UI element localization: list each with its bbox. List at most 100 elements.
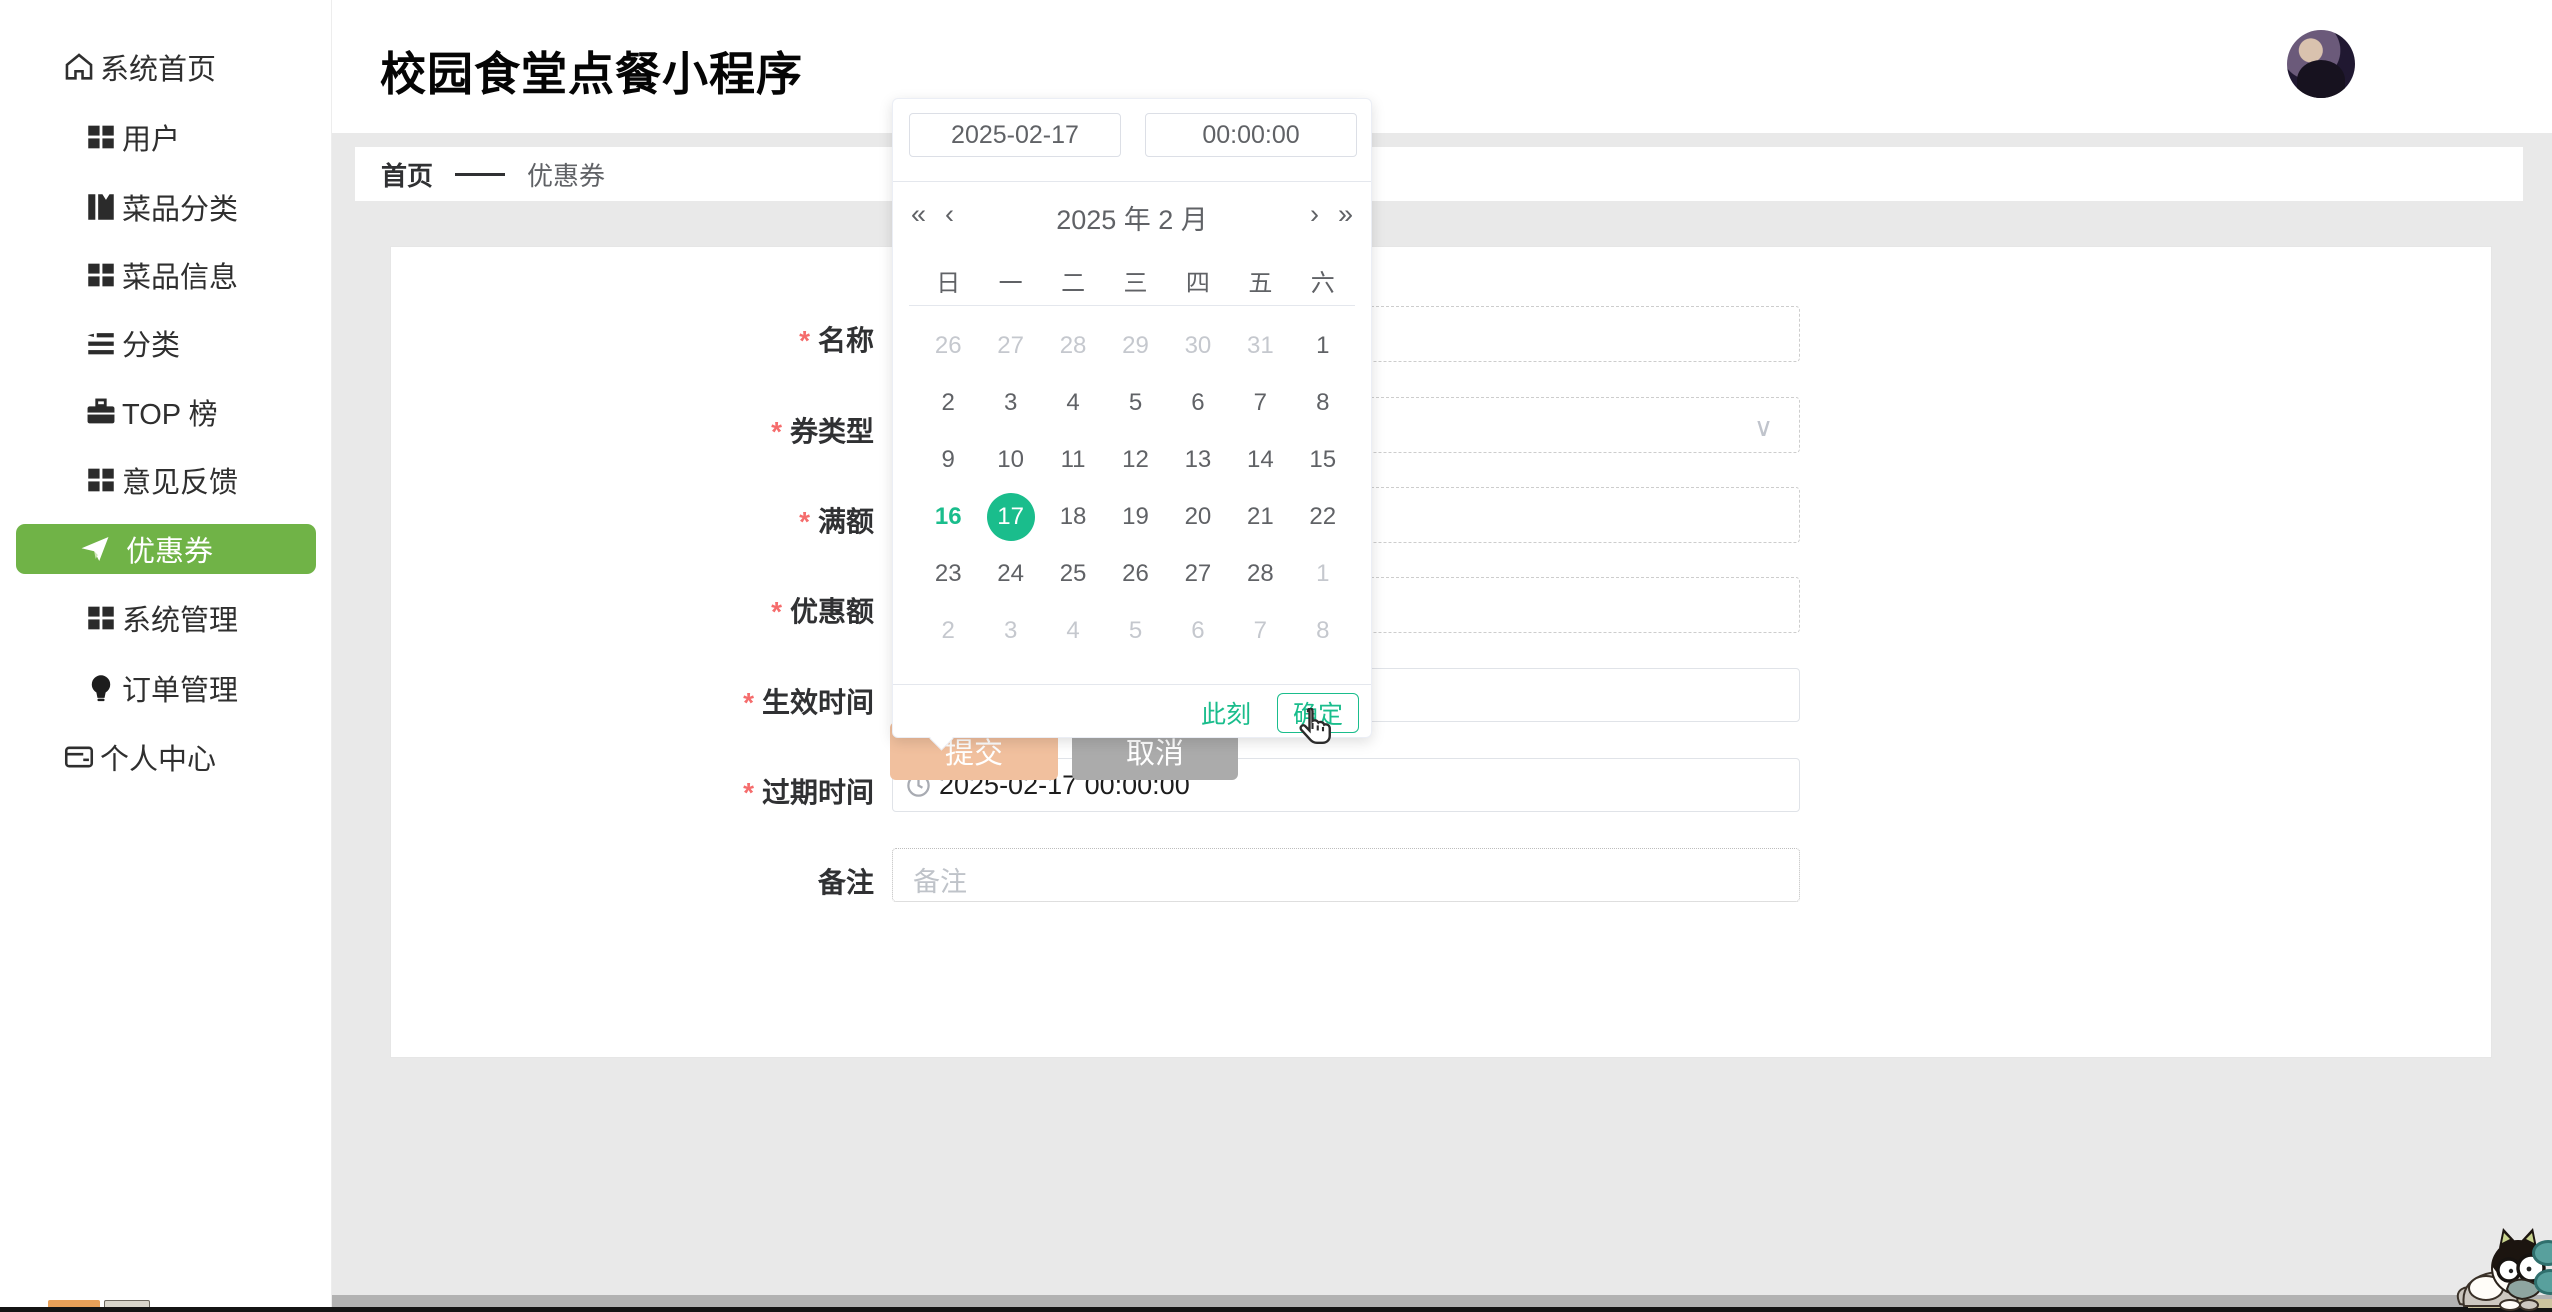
remark-textarea[interactable]: 备注: [892, 848, 1800, 902]
calendar-day[interactable]: 9: [917, 431, 979, 488]
sidebar-item-home[interactable]: 系统首页: [0, 42, 332, 92]
required-asterisk: *: [799, 506, 810, 537]
calendar-day[interactable]: 31: [1229, 317, 1291, 374]
bulb-icon: [84, 671, 118, 705]
breadcrumb-current: 优惠券: [527, 156, 605, 193]
sidebar-item-label: 系统管理: [122, 597, 238, 639]
calendar-day[interactable]: 15: [1292, 431, 1354, 488]
calendar-day[interactable]: 14: [1229, 431, 1291, 488]
next-month-icon[interactable]: ›: [1310, 197, 1319, 231]
mouse-cursor-icon: [1296, 708, 1338, 756]
now-link[interactable]: 此刻: [1201, 695, 1251, 731]
sidebar-item-label: 分类: [122, 322, 180, 364]
sidebar-item-feedback[interactable]: 意见反馈: [0, 455, 332, 505]
field-label: *优惠额: [390, 590, 874, 630]
breadcrumb-home[interactable]: 首页: [381, 156, 433, 193]
calendar-day[interactable]: 25: [1042, 545, 1104, 602]
calendar-day[interactable]: 26: [1104, 545, 1166, 602]
calendar-day[interactable]: 20: [1167, 488, 1229, 545]
calendar-day[interactable]: 30: [1167, 317, 1229, 374]
calendar-day[interactable]: 28: [1042, 317, 1104, 374]
sidebar-item-system-admin[interactable]: 系统管理: [0, 593, 332, 643]
page-title: 校园食堂点餐小程序: [380, 38, 803, 104]
calendar-day[interactable]: 10: [979, 431, 1041, 488]
calendar-day[interactable]: 5: [1104, 374, 1166, 431]
form-row-min-amount: *满额: [390, 487, 2492, 543]
sidebar-item-label: 菜品分类: [122, 186, 238, 228]
calendar-day[interactable]: 4: [1042, 602, 1104, 659]
calendar-day[interactable]: 12: [1104, 431, 1166, 488]
weekday-header: 日 一 二 三 四 五 六: [917, 267, 1354, 301]
picker-date-input[interactable]: 2025-02-17: [909, 113, 1121, 157]
required-asterisk: *: [743, 777, 754, 808]
sidebar-item-label: 用户: [122, 116, 180, 158]
field-label: *券类型: [390, 410, 874, 450]
calendar-day[interactable]: 7: [1229, 602, 1291, 659]
calendar-day[interactable]: 28: [1229, 545, 1291, 602]
sidebar-item-dish-category[interactable]: 菜品分类: [0, 182, 332, 232]
calendar-day[interactable]: 3: [979, 374, 1041, 431]
grid-icon: [84, 463, 118, 497]
app-window: 校园食堂点餐小程序 系统首页 用户 菜品分类 菜品信息 分类 TOP 榜: [0, 0, 2552, 1312]
calendar-day[interactable]: 4: [1042, 374, 1104, 431]
sidebar-item-profile[interactable]: 个人中心: [0, 732, 332, 782]
calendar-day[interactable]: 18: [1042, 488, 1104, 545]
sidebar-item-users[interactable]: 用户: [0, 112, 332, 162]
book-icon: [84, 190, 118, 224]
sidebar: 系统首页 用户 菜品分类 菜品信息 分类 TOP 榜 意见反馈 优惠券: [0, 0, 332, 1312]
form-row-remark: 备注 备注: [390, 848, 2492, 902]
calendar-day[interactable]: 29: [1104, 317, 1166, 374]
sidebar-item-category[interactable]: 分类: [0, 318, 332, 368]
sidebar-item-orders[interactable]: 订单管理: [0, 663, 332, 713]
form-row-discount-amount: *优惠额: [390, 577, 2492, 633]
required-asterisk: *: [799, 325, 810, 356]
user-avatar[interactable]: [2287, 30, 2355, 98]
breadcrumb-separator: [455, 173, 505, 176]
picker-month-label: 2025 年 2 月: [893, 198, 1371, 237]
wallet-icon: [62, 740, 96, 774]
calendar-day[interactable]: 17: [979, 488, 1041, 545]
calendar-day[interactable]: 27: [979, 317, 1041, 374]
grid-icon: [84, 601, 118, 635]
calendar-day[interactable]: 24: [979, 545, 1041, 602]
calendar-day[interactable]: 2: [917, 374, 979, 431]
field-label: *满额: [390, 500, 874, 540]
calendar-day[interactable]: 1: [1292, 317, 1354, 374]
calendar-day[interactable]: 23: [917, 545, 979, 602]
field-label: *过期时间: [390, 771, 874, 811]
calendar-day[interactable]: 22: [1292, 488, 1354, 545]
sidebar-item-label: 意见反馈: [122, 459, 238, 501]
sidebar-item-dish-info[interactable]: 菜品信息: [0, 250, 332, 300]
required-asterisk: *: [771, 596, 782, 627]
calendar-day[interactable]: 3: [979, 602, 1041, 659]
calendar-day[interactable]: 6: [1167, 374, 1229, 431]
calendar-day[interactable]: 6: [1167, 602, 1229, 659]
calendar-day[interactable]: 7: [1229, 374, 1291, 431]
taskbar-edge: [0, 1307, 2552, 1312]
calendar-day[interactable]: 21: [1229, 488, 1291, 545]
calendar-day[interactable]: 16: [917, 488, 979, 545]
sidebar-item-coupon[interactable]: 优惠券: [16, 524, 316, 574]
grid-icon: [84, 120, 118, 154]
picker-divider: [909, 305, 1355, 306]
sidebar-item-top-rank[interactable]: TOP 榜: [0, 387, 332, 437]
sidebar-item-label: 优惠券: [126, 528, 213, 570]
picker-time-input[interactable]: 00:00:00: [1145, 113, 1357, 157]
calendar-day[interactable]: 5: [1104, 602, 1166, 659]
next-year-icon[interactable]: »: [1338, 197, 1353, 231]
calendar-day[interactable]: 13: [1167, 431, 1229, 488]
calendar-day[interactable]: 1: [1292, 545, 1354, 602]
calendar-day[interactable]: 11: [1042, 431, 1104, 488]
calendar-day[interactable]: 8: [1292, 374, 1354, 431]
sidebar-item-label: 菜品信息: [122, 254, 238, 296]
form-row-effective-time: *生效时间: [390, 668, 2492, 724]
home-icon: [62, 50, 96, 84]
picker-nav: « ‹ 2025 年 2 月 › »: [893, 195, 1371, 233]
calendar-day[interactable]: 8: [1292, 602, 1354, 659]
calendar-day[interactable]: 26: [917, 317, 979, 374]
form-row-coupon-type: *券类型 ∨: [390, 397, 2492, 453]
calendar-day[interactable]: 2: [917, 602, 979, 659]
calendar-day[interactable]: 27: [1167, 545, 1229, 602]
picker-divider: [893, 181, 1371, 182]
calendar-day[interactable]: 19: [1104, 488, 1166, 545]
